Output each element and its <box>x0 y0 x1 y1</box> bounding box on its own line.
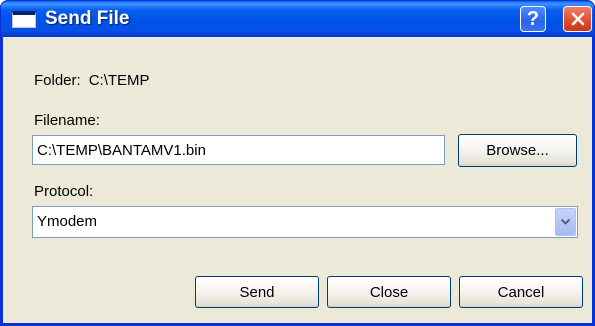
protocol-selected-value: Ymodem <box>37 213 98 230</box>
window-icon <box>12 11 36 28</box>
browse-button[interactable]: Browse... <box>458 134 577 167</box>
help-button[interactable]: ? <box>520 6 546 32</box>
dropdown-button[interactable] <box>555 208 576 236</box>
send-button[interactable]: Send <box>195 276 319 308</box>
folder-value: C:\TEMP <box>88 72 150 89</box>
close-button[interactable]: Close <box>327 276 451 308</box>
cancel-button[interactable]: Cancel <box>459 276 583 308</box>
protocol-label: Protocol: <box>34 183 94 200</box>
filename-label: Filename: <box>34 112 100 129</box>
close-window-button[interactable] <box>563 6 592 32</box>
close-icon <box>571 12 584 26</box>
title-bar[interactable]: Send File ? <box>0 0 595 37</box>
filename-input[interactable]: C:\TEMP\BANTAMV1.bin <box>32 135 445 165</box>
send-file-dialog: Send File ? Folder: C:\TEMP Filename: C:\… <box>0 0 595 326</box>
chevron-down-icon <box>560 218 571 225</box>
window-title: Send File <box>45 8 130 29</box>
folder-row: Folder: C:\TEMP <box>34 72 150 89</box>
help-icon: ? <box>526 8 540 30</box>
folder-label: Folder: <box>34 72 81 89</box>
protocol-select[interactable]: Ymodem <box>32 206 578 238</box>
